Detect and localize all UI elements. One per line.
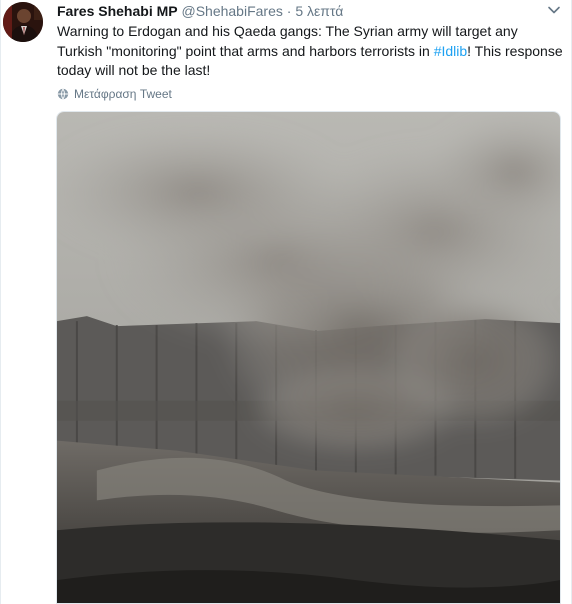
tweet-timestamp[interactable]: 5 λεπτά xyxy=(295,3,343,19)
author-name[interactable]: Fares Shehabi MP xyxy=(57,3,178,19)
smoke-photo xyxy=(57,112,560,603)
tweet-media-photo[interactable] xyxy=(56,111,561,604)
tweet-text: Warning to Erdogan and his Qaeda gangs: … xyxy=(57,22,563,81)
hashtag-link[interactable]: #Idlib xyxy=(434,43,467,59)
tweet: Fares Shehabi MP @ShehabiFares · 5 λεπτά… xyxy=(0,0,572,604)
globe-icon xyxy=(57,88,69,100)
avatar-image xyxy=(3,2,43,42)
chevron-down-icon[interactable] xyxy=(547,3,561,17)
header-separator: · xyxy=(286,3,292,19)
avatar[interactable] xyxy=(3,2,43,42)
tweet-header: Fares Shehabi MP @ShehabiFares · 5 λεπτά xyxy=(57,2,561,20)
translate-label: Μετάφραση Tweet xyxy=(74,87,172,101)
translate-tweet-link[interactable]: Μετάφραση Tweet xyxy=(57,86,172,102)
author-handle[interactable]: @ShehabiFares xyxy=(181,3,282,19)
